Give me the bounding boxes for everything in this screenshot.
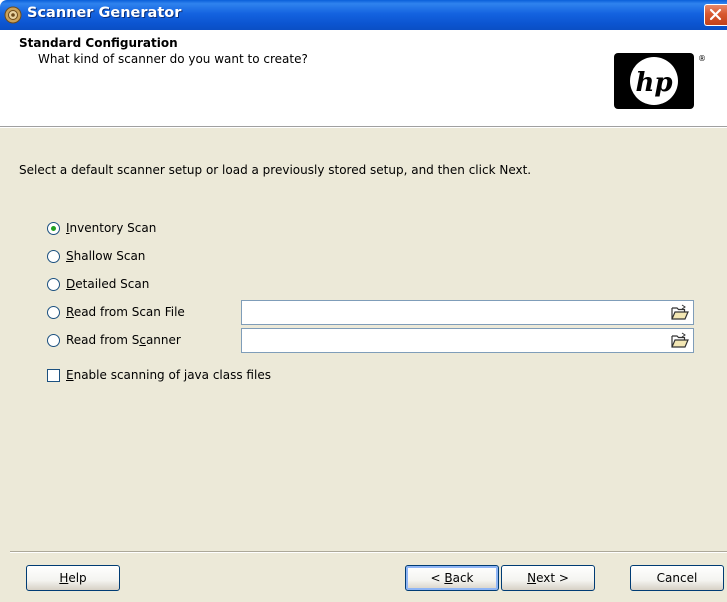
page-subtitle: What kind of scanner do you want to crea… [38,52,308,66]
window-title: Scanner Generator [27,5,182,21]
radio-label: Inventory Scan [66,221,157,235]
back-button[interactable]: < Back [405,565,499,591]
radio-label: Read from Scanner [66,333,181,347]
scan-file-path-field[interactable] [241,300,694,325]
folder-open-icon[interactable] [671,304,689,321]
radio-read-from-scanner[interactable]: Read from Scanner [47,331,181,349]
wizard-body [0,128,727,602]
checkbox[interactable] [47,368,60,382]
radio-button[interactable] [47,277,60,291]
page-title: Standard Configuration [19,36,178,50]
close-button[interactable] [704,4,727,26]
hp-logo-text: hp [635,68,672,98]
radio-inventory-scan[interactable]: Inventory Scan [47,219,156,237]
checkbox-java-class-files[interactable]: Enable scanning of java class files [47,366,271,384]
radio-button[interactable] [47,221,60,235]
instruction-text: Select a default scanner setup or load a… [19,163,532,177]
footer-divider [10,551,727,553]
radio-button[interactable] [47,249,60,263]
radio-button[interactable] [47,333,60,347]
folder-open-icon[interactable] [671,332,689,349]
close-icon [709,8,722,21]
hp-logo: hp [614,53,694,109]
radio-button[interactable] [47,305,60,319]
radio-label: Read from Scan File [66,305,185,319]
registered-mark: ® [698,54,706,63]
radio-read-from-scan-file[interactable]: Read from Scan File [47,303,185,321]
app-icon [4,6,22,24]
hp-logo-mark: hp [630,57,678,105]
scanner-path-field[interactable] [241,328,694,353]
next-button[interactable]: Next > [501,565,595,591]
radio-detailed-scan[interactable]: Detailed Scan [47,275,149,293]
scan-file-path-input[interactable] [242,301,662,324]
radio-label: Detailed Scan [66,277,150,291]
scanner-path-input[interactable] [242,329,662,352]
checkbox-label: Enable scanning of java class files [66,368,271,382]
radio-label: Shallow Scan [66,249,146,263]
radio-shallow-scan[interactable]: Shallow Scan [47,247,145,265]
cancel-button[interactable]: Cancel [630,565,724,591]
help-button[interactable]: Help [26,565,120,591]
title-bar[interactable]: Scanner Generator [0,0,727,30]
